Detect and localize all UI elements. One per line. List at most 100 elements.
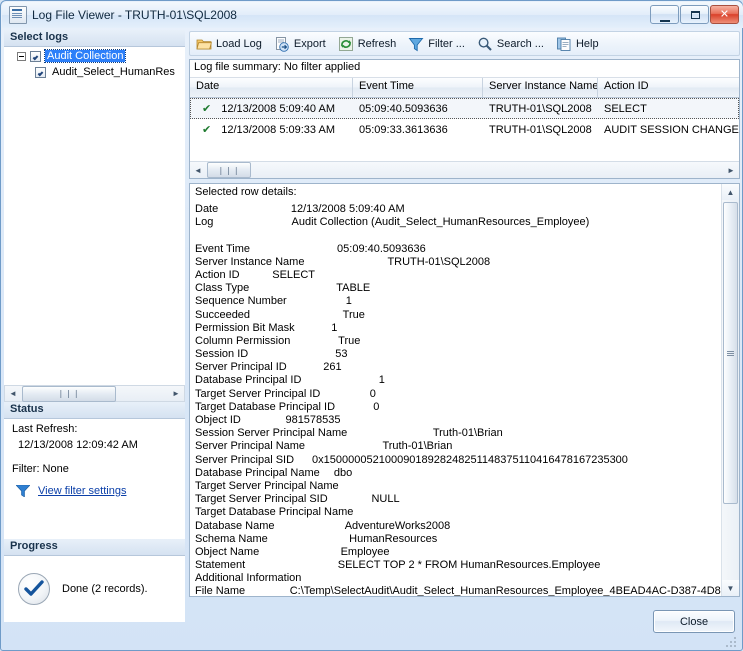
log-tree[interactable]: Audit Collection Audit_Select_HumanRes — [4, 47, 185, 385]
detail-value: True — [342, 308, 365, 321]
last-refresh-label: Last Refresh: — [12, 423, 78, 435]
progress-header: Progress — [4, 539, 185, 556]
minimize-icon — [660, 17, 670, 22]
detail-value: 1 — [345, 295, 352, 308]
detail-key: Column Permission — [195, 334, 291, 347]
detail-key: Action ID — [195, 268, 240, 281]
magnifier-icon — [477, 36, 493, 52]
detail-value: 0 — [369, 387, 376, 400]
resize-grip-icon[interactable] — [726, 635, 738, 647]
scroll-right-arrow-icon[interactable]: ► — [168, 386, 184, 401]
table-row[interactable]: ✔ 12/13/2008 5:09:33 AM 05:09:33.3613636… — [190, 119, 739, 140]
detail-key: Target Server Principal ID — [195, 387, 321, 400]
cell-date: ✔ 12/13/2008 5:09:33 AM — [190, 123, 353, 137]
detail-row: Target Database Principal Name — [190, 506, 722, 519]
grid-scroll-right-arrow-icon[interactable]: ► — [723, 163, 739, 178]
log-entries-grid: Log file summary: No filter applied Date… — [189, 59, 740, 179]
detail-row: Action ID SELECT — [190, 269, 722, 282]
last-refresh-value: 12/13/2008 12:09:42 AM — [18, 439, 138, 451]
grid-horizontal-scrollbar[interactable]: ◄ ❘❘❘ ► — [190, 161, 739, 178]
maximize-button[interactable] — [680, 5, 709, 24]
log-file-viewer-window: Log File Viewer - TRUTH-01\SQL2008 ✕ Sel… — [0, 0, 743, 651]
table-row[interactable]: ✔ 12/13/2008 5:09:40 AM 05:09:40.5093636… — [190, 98, 739, 119]
column-header-event-time[interactable]: Event Time — [353, 78, 483, 97]
detail-row: Target Server Principal ID 0 — [190, 388, 722, 401]
details-vertical-scrollbar[interactable]: ▲ ▼ — [721, 184, 739, 596]
scroll-up-arrow-icon[interactable]: ▲ — [722, 184, 739, 200]
detail-key: Server Principal ID — [195, 361, 287, 374]
detail-value: 0x15000005210009018928248251148375110416… — [312, 453, 628, 466]
detail-row: Column Permission True — [190, 335, 722, 348]
detail-key: Database Principal Name — [195, 466, 320, 479]
detail-key: File Name — [195, 585, 246, 596]
detail-value: SELECT TOP 2 * FROM HumanResources.Emplo… — [337, 559, 601, 572]
detail-row: Additional Information — [190, 572, 722, 585]
detail-row: Target Server Principal Name — [190, 480, 722, 493]
detail-key: Session Server Principal Name — [195, 427, 348, 440]
details-scroll-thumb[interactable] — [723, 202, 738, 504]
detail-row: Session ID 53 — [190, 348, 722, 361]
minimize-button[interactable] — [650, 5, 679, 24]
checkbox-audit-select-humanres[interactable] — [35, 66, 46, 78]
detail-value: 1 — [378, 374, 385, 387]
cell-server-instance-name: TRUTH-01\SQL2008 — [489, 102, 592, 115]
scroll-left-arrow-icon[interactable]: ◄ — [5, 386, 21, 401]
detail-value: 53 — [335, 348, 348, 361]
details-content[interactable]: Date 12/13/2008 5:09:40 AM Log Audit Collec… — [190, 203, 722, 596]
view-filter-settings-link[interactable]: View filter settings — [38, 485, 126, 497]
detail-row: Target Server Principal SID NULL — [190, 493, 722, 506]
tree-item-audit-collection[interactable]: Audit Collection — [5, 48, 184, 64]
refresh-button[interactable]: Refresh — [334, 33, 403, 54]
collapse-expander-icon[interactable] — [17, 51, 26, 61]
column-header-action-id[interactable]: Action ID — [598, 78, 739, 97]
detail-key: Succeeded — [195, 308, 251, 321]
detail-row: Object ID 981578535 — [190, 414, 722, 427]
toolbar: Load Log Export Refresh Filter ... Searc… — [189, 31, 740, 56]
column-header-date[interactable]: Date — [190, 78, 353, 97]
detail-value: C:\Temp\SelectAudit\Audit_Select_HumanRe… — [289, 585, 722, 596]
grid-scroll-thumb[interactable]: ❘❘❘ — [207, 162, 251, 178]
filter-status: Filter: None — [12, 463, 69, 475]
detail-value: AdventureWorks2008 — [344, 519, 451, 532]
search-button[interactable]: Search ... — [473, 33, 550, 54]
close-window-button[interactable]: ✕ — [710, 5, 739, 24]
cell-server-instance-name: TRUTH-01\SQL2008 — [489, 123, 592, 136]
detail-key: Server Principal SID — [195, 453, 295, 466]
scroll-down-arrow-icon[interactable]: ▼ — [722, 580, 739, 596]
detail-key: Target Server Principal SID — [195, 493, 328, 506]
export-button[interactable]: Export — [270, 33, 332, 54]
success-check-icon — [18, 573, 50, 605]
detail-row: Server Principal SID 0x150000052100090189… — [190, 454, 722, 467]
detail-key: Additional Information — [195, 572, 302, 585]
detail-key: Target Database Principal ID — [195, 400, 336, 413]
detail-value: 05:09:40.5093636 — [337, 242, 426, 255]
filter-funnel-icon — [16, 485, 30, 497]
detail-value: TRUTH-01\SQL2008 — [387, 255, 491, 268]
close-button[interactable]: Close — [653, 610, 735, 633]
detail-row: Class Type TABLE — [190, 282, 722, 295]
tree-item-audit-select-humanres[interactable]: Audit_Select_HumanRes — [5, 64, 184, 80]
checkbox-audit-collection[interactable] — [30, 50, 41, 62]
refresh-icon — [338, 36, 354, 52]
view-filter-settings-row[interactable]: View filter settings — [4, 475, 185, 497]
load-log-button[interactable]: Load Log — [192, 33, 268, 54]
detail-value: NULL — [371, 493, 400, 506]
left-panel: Select logs Audit Collection Audit_Selec… — [4, 30, 185, 622]
detail-value: Truth-01\Brian — [382, 440, 453, 453]
help-button[interactable]: Help — [552, 33, 605, 54]
column-header-server-instance-name[interactable]: Server Instance Name — [483, 78, 598, 97]
filter-button[interactable]: Filter ... — [404, 33, 471, 54]
status-header: Status — [4, 402, 185, 419]
detail-key: Object Name — [195, 545, 260, 558]
tree-horizontal-scrollbar[interactable]: ◄ ❘❘❘ ► — [4, 385, 185, 402]
check-mark-icon: ✔ — [202, 103, 212, 115]
detail-row: Database Name AdventureWorks2008 — [190, 520, 722, 533]
scroll-thumb[interactable]: ❘❘❘ — [22, 385, 116, 402]
detail-value: dbo — [333, 466, 353, 479]
detail-value: 0 — [373, 400, 380, 413]
detail-key: Schema Name — [195, 532, 268, 545]
grid-scroll-left-arrow-icon[interactable]: ◄ — [190, 163, 206, 178]
detail-key: Class Type — [195, 282, 250, 295]
progress-text: Done (2 records). — [62, 583, 148, 595]
detail-row: Session Server Principal Name Truth-01\Br… — [190, 427, 722, 440]
